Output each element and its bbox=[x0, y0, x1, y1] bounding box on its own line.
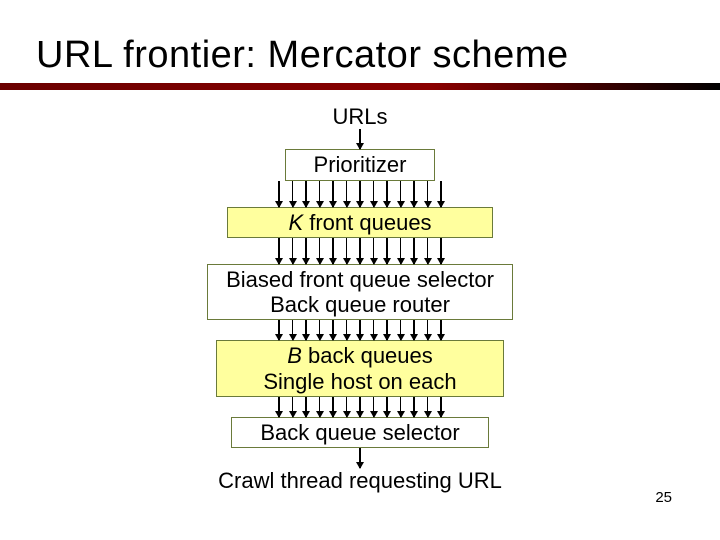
arrow-down-icon bbox=[359, 129, 361, 149]
back-queues-text: back queues bbox=[302, 343, 433, 368]
selector-router-line1: Biased front queue selector bbox=[226, 267, 494, 292]
arrow-fan-icon bbox=[278, 238, 442, 264]
page-title: URL frontier: Mercator scheme bbox=[36, 34, 684, 77]
title-rule bbox=[0, 83, 720, 90]
prioritizer-box: Prioritizer bbox=[285, 149, 436, 180]
selector-router-line2: Back queue router bbox=[226, 292, 494, 317]
arrow-fan-icon bbox=[278, 397, 442, 417]
arrow-fan-icon bbox=[278, 320, 442, 340]
crawl-thread-label: Crawl thread requesting URL bbox=[218, 468, 502, 493]
front-queues-box: K front queues bbox=[227, 207, 492, 238]
arrow-fan-icon bbox=[278, 181, 442, 207]
arrow-down-icon bbox=[359, 448, 361, 468]
selector-router-box: Biased front queue selector Back queue r… bbox=[207, 264, 513, 321]
back-selector-box: Back queue selector bbox=[231, 417, 488, 448]
urls-label: URLs bbox=[332, 104, 387, 129]
back-queues-line2: Single host on each bbox=[263, 369, 456, 394]
back-queues-box: B back queues Single host on each bbox=[216, 340, 503, 397]
mercator-diagram: URLs Prioritizer K front queues Biased f… bbox=[36, 104, 684, 494]
front-queues-k: K bbox=[288, 210, 303, 235]
back-queues-b: B bbox=[287, 343, 302, 368]
front-queues-text: front queues bbox=[303, 210, 431, 235]
slide: URL frontier: Mercator scheme URLs Prior… bbox=[0, 0, 720, 540]
page-number: 25 bbox=[655, 489, 672, 506]
